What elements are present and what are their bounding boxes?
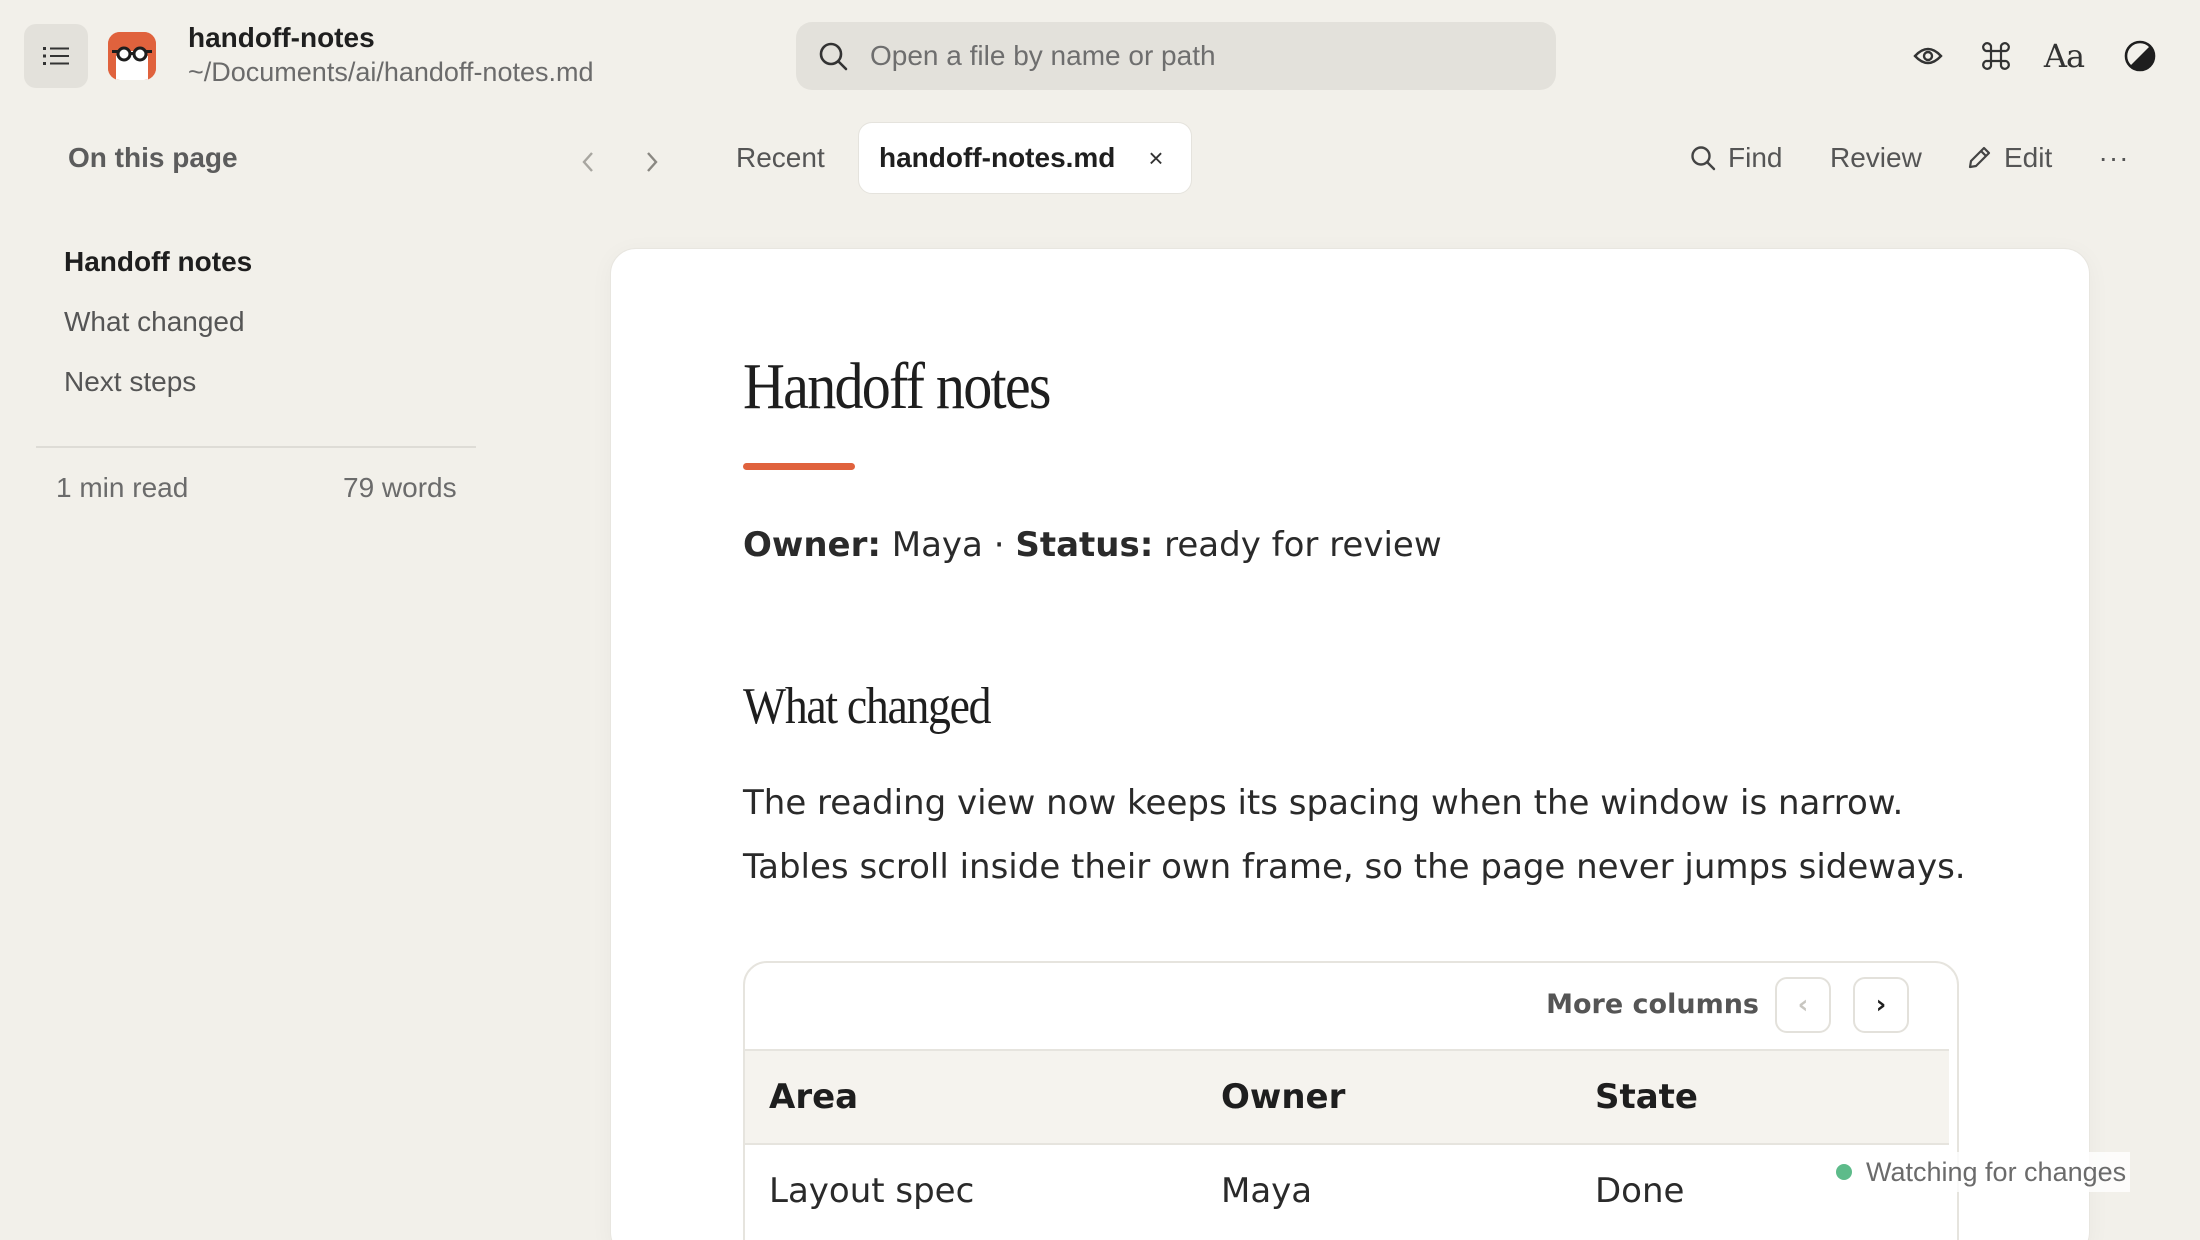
titlebar: handoff-notes ~/Documents/ai/handoff-not…	[0, 0, 2200, 112]
table-controls: More columns ‹ ›	[745, 963, 1957, 1049]
document-title: Handoff notes	[743, 350, 1051, 423]
chevron-left-icon	[582, 152, 593, 172]
column-header-state: State	[1595, 1077, 1698, 1117]
back-button[interactable]	[566, 140, 610, 184]
title-underline	[743, 463, 855, 470]
find-button[interactable]: Find	[1690, 132, 1782, 184]
eye-icon[interactable]	[1904, 32, 1952, 80]
word-count: 79 words	[343, 472, 457, 503]
document-meta: Owner: Maya · Status: ready for review	[743, 525, 1442, 565]
outline-divider	[36, 446, 476, 448]
status-label: Status:	[1015, 525, 1154, 565]
outline-item-next-steps[interactable]: Next steps	[64, 366, 196, 398]
pencil-icon	[1968, 146, 1991, 169]
previous-columns-button[interactable]: ‹	[1775, 977, 1831, 1033]
status-dot-icon	[1836, 1164, 1852, 1180]
chevron-right-icon	[647, 152, 658, 172]
table-header-row: Area Owner State	[745, 1049, 1949, 1145]
review-button[interactable]: Review	[1830, 132, 1922, 184]
column-header-owner: Owner	[1221, 1077, 1346, 1117]
section-heading-what-changed: What changed	[743, 678, 991, 735]
table-cell: Done	[1595, 1171, 1685, 1211]
body-paragraph: The reading view now keeps its spacing w…	[743, 783, 1966, 887]
more-options-icon[interactable]: ···	[2094, 138, 2134, 178]
outline-panel: On this page Handoff notes What changed …	[0, 112, 520, 1240]
outline-heading: On this page	[68, 142, 238, 173]
list-icon	[43, 47, 69, 65]
table-cell: Layout spec	[769, 1171, 975, 1211]
edit-label: Edit	[2004, 142, 2053, 173]
watching-label: Watching for changes	[1866, 1156, 2127, 1187]
close-icon[interactable]: ×	[1139, 141, 1173, 175]
document-card: Handoff notes Owner: Maya · Status: read…	[610, 248, 2090, 1240]
file-search-box[interactable]	[796, 22, 1556, 90]
more-columns-label: More columns	[1546, 989, 1759, 1020]
read-time: 1 min read	[56, 472, 189, 503]
app-logo-glasses-icon	[108, 32, 156, 80]
font-icon[interactable]: Aa	[2040, 32, 2088, 80]
search-icon	[818, 39, 852, 73]
owner-value: Maya	[891, 525, 983, 565]
watching-status: Watching for changes	[1828, 1152, 2131, 1192]
table-frame[interactable]: More columns ‹ › Area Owner State Layout…	[743, 961, 1959, 1240]
tab-recent[interactable]: Recent	[718, 124, 843, 192]
forward-button[interactable]	[630, 140, 674, 184]
find-label: Find	[1728, 142, 1783, 173]
column-header-area: Area	[769, 1077, 859, 1117]
command-icon[interactable]	[1972, 32, 2020, 80]
review-label: Review	[1830, 142, 1922, 173]
meta-separator: ·	[993, 525, 1005, 565]
search-icon	[1691, 146, 1716, 171]
outline-item-handoff-notes[interactable]: Handoff notes	[64, 246, 252, 278]
table-cell: Maya	[1221, 1171, 1313, 1211]
sidebar-toggle-button[interactable]	[24, 24, 88, 88]
next-columns-button[interactable]: ›	[1853, 977, 1909, 1033]
status-value: ready for review	[1164, 525, 1442, 565]
owner-label: Owner:	[743, 525, 881, 565]
app-window: handoff-notes ~/Documents/ai/handoff-not…	[0, 0, 2200, 1240]
search-input[interactable]	[870, 40, 1510, 72]
tab-label: handoff-notes.md	[879, 142, 1116, 173]
outline-item-what-changed[interactable]: What changed	[64, 306, 245, 338]
file-path: ~/Documents/ai/handoff-notes.md	[188, 57, 594, 87]
edit-button[interactable]: Edit	[1966, 132, 2052, 184]
table-row: Layout spec Maya Done	[745, 1145, 1949, 1240]
file-title: handoff-notes	[188, 22, 375, 53]
contrast-icon[interactable]	[2116, 32, 2164, 80]
tab-handoff-notes[interactable]: handoff-notes.md ×	[858, 122, 1192, 194]
